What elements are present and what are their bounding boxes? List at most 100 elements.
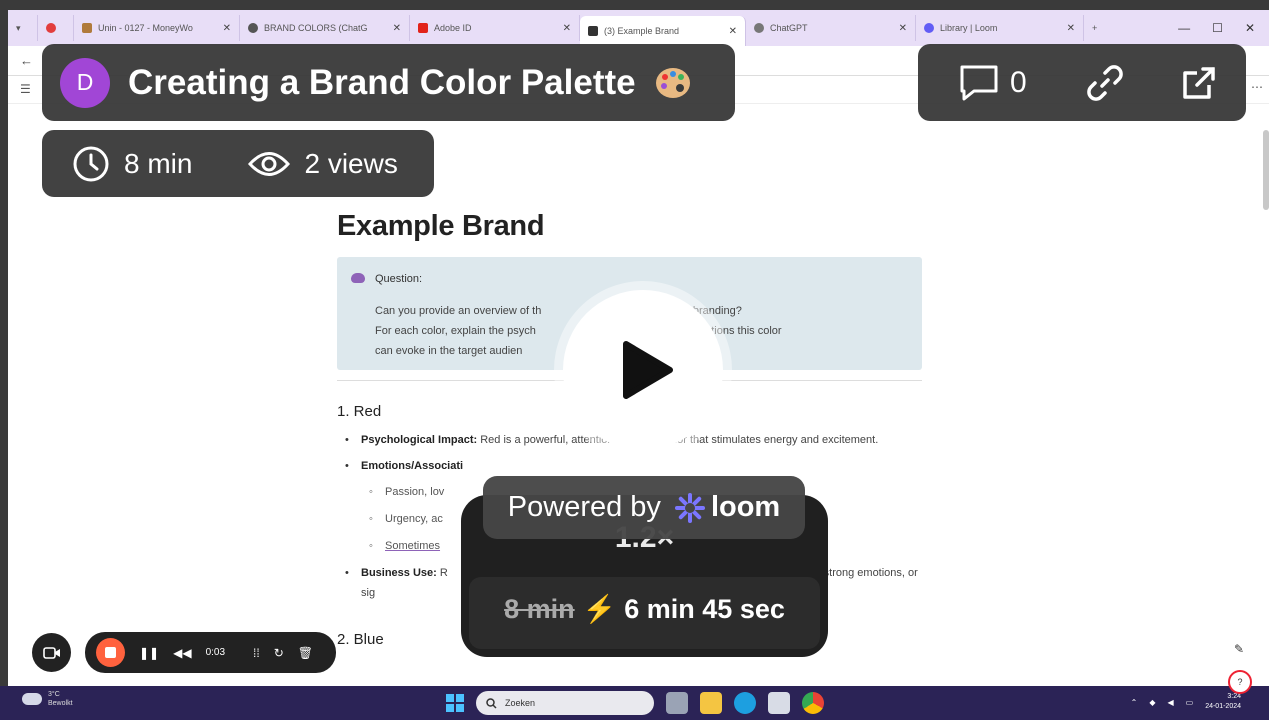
close-tab-icon[interactable]: ✕ [215, 23, 231, 34]
tab-favicon [588, 26, 598, 36]
tab-favicon [248, 23, 258, 33]
close-tab-icon[interactable]: ✕ [385, 23, 401, 34]
chrome-icon[interactable] [802, 692, 824, 714]
store-icon[interactable] [768, 692, 790, 714]
tab-label: ChatGPT [770, 23, 808, 33]
help-icon[interactable]: ? [1228, 670, 1252, 694]
video-duration: 8 min [124, 147, 193, 179]
powered-by-loom[interactable]: Powered by loom [483, 476, 805, 539]
comment-icon[interactable] [958, 63, 1000, 103]
tab-strip: ▾ Unin - 0127 - MoneyWo ✕ BRAND COLORS (C… [8, 10, 1269, 46]
original-duration: 8 min [504, 593, 575, 624]
tab-moneywo[interactable]: Unin - 0127 - MoneyWo ✕ [74, 15, 240, 41]
cloud-icon [22, 693, 42, 705]
wifi-icon[interactable]: ◆ [1149, 698, 1155, 707]
speed-savings: 8 min ⚡ 6 min 45 sec [461, 593, 828, 625]
tab-favicon [46, 23, 56, 33]
tab-example-brand[interactable]: (3) Example Brand ✕ [580, 16, 746, 46]
pause-icon[interactable]: ❚❚ [139, 646, 159, 660]
loom-logo: loom [674, 491, 781, 524]
maximize-button[interactable]: ☐ [1212, 21, 1223, 35]
file-explorer-icon[interactable] [700, 692, 722, 714]
powered-by-text: Powered by [507, 491, 661, 523]
tab-brand-colors[interactable]: BRAND COLORS (ChatG ✕ [240, 15, 410, 41]
windows-taskbar: 3°C Bewolkt Zoeken ⌃ ◆ ◀ ▭ 3:24 24-01-20… [0, 686, 1269, 720]
tab-adobe-id[interactable]: Adobe ID ✕ [410, 15, 580, 41]
search-placeholder: Zoeken [505, 698, 536, 708]
tab-pinned[interactable] [38, 15, 74, 41]
duration-group: 8 min [72, 145, 192, 183]
start-button[interactable] [446, 694, 464, 712]
tab-favicon [82, 23, 92, 33]
new-tab-button[interactable]: + [1084, 15, 1112, 41]
eye-icon [248, 151, 291, 176]
system-tray: ⌃ ◆ ◀ ▭ 3:24 24-01-2024 [1131, 692, 1241, 712]
weather-temp: 3°C [48, 691, 60, 698]
stop-recording-button[interactable] [96, 638, 125, 667]
more-options-icon[interactable]: ⋯ [1251, 80, 1263, 94]
battery-icon[interactable]: ▭ [1186, 698, 1194, 707]
plus-icon: + [1092, 23, 1098, 33]
video-meta-overlay: 8 min 2 views [42, 130, 434, 197]
close-window-button[interactable]: ✕ [1245, 21, 1255, 35]
taskbar-center: Zoeken [446, 691, 824, 715]
back-arrow-icon[interactable]: ← [20, 53, 33, 68]
tab-label: Library | Loom [940, 23, 998, 33]
palette-icon [655, 67, 690, 98]
tab-favicon [418, 23, 428, 33]
tab-chatgpt[interactable]: ChatGPT ✕ [746, 15, 916, 41]
taskbar-clock[interactable]: 3:24 24-01-2024 [1205, 692, 1241, 712]
scrollbar[interactable] [1263, 130, 1269, 210]
views-group: 2 views [248, 147, 398, 180]
video-title-overlay: D Creating a Brand Color Palette [42, 44, 735, 121]
stop-icon [105, 647, 116, 658]
clock-date: 24-01-2024 [1205, 703, 1241, 710]
page-title: Example Brand [337, 210, 545, 242]
lightning-icon: ⚡ [582, 594, 617, 624]
bullet-label: Psychological Impact: [361, 434, 478, 446]
drawing-tool-icon[interactable]: ✎ [1224, 634, 1254, 664]
video-title: Creating a Brand Color Palette [128, 62, 636, 102]
weather-widget[interactable]: 3°C Bewolkt [22, 690, 73, 708]
view-count: 2 views [304, 147, 398, 179]
clock-icon [73, 146, 109, 181]
trash-icon[interactable]: 🗑 [298, 646, 313, 660]
camera-toggle-button[interactable] [32, 633, 71, 672]
edge-icon[interactable] [734, 692, 756, 714]
grid-icon[interactable]: ⁞⁞ [253, 646, 260, 660]
video-actions-overlay: 0 [918, 44, 1246, 121]
bullet-label: Emotions/Associati [361, 460, 464, 472]
screen: ▾ Unin - 0127 - MoneyWo ✕ BRAND COLORS (C… [0, 0, 1269, 720]
tab-label: Unin - 0127 - MoneyWo [98, 23, 193, 33]
rewind-icon[interactable]: ◀◀ [173, 646, 191, 660]
minimize-button[interactable]: — [1178, 21, 1190, 35]
tab-favicon [924, 23, 934, 33]
restart-icon[interactable]: ↻ [274, 646, 284, 660]
sidebar-menu-icon[interactable]: ☰ [20, 82, 31, 96]
tab-label: BRAND COLORS (ChatG [264, 23, 368, 33]
loom-wordmark: loom [710, 491, 781, 523]
close-tab-icon[interactable]: ✕ [891, 23, 907, 34]
avatar: D [60, 57, 110, 108]
chevron-up-icon[interactable]: ⌃ [1131, 698, 1138, 707]
volume-icon[interactable]: ◀ [1167, 698, 1173, 707]
tab-menu[interactable]: ▾ [8, 15, 38, 41]
comment-count: 0 [1010, 65, 1027, 99]
close-tab-icon[interactable]: ✕ [1059, 23, 1075, 34]
close-tab-icon[interactable]: ✕ [721, 26, 737, 37]
play-icon [623, 341, 673, 399]
close-tab-icon[interactable]: ✕ [555, 23, 571, 34]
loom-logo-icon [674, 492, 705, 523]
external-link-icon[interactable] [1179, 63, 1219, 103]
callout-label: Question: [375, 273, 423, 285]
play-button[interactable] [554, 281, 732, 459]
tab-label: (3) Example Brand [604, 26, 680, 36]
task-view-icon[interactable] [666, 692, 688, 714]
tab-label: Adobe ID [434, 23, 472, 33]
play-button-inner [563, 290, 723, 450]
tab-loom-library[interactable]: Library | Loom ✕ [916, 15, 1084, 41]
window-controls: — ☐ ✕ [1178, 21, 1269, 35]
recording-controls: ❚❚ ◀◀ 0:03 ⁞⁞ ↻ 🗑 [85, 632, 336, 673]
link-icon[interactable] [1085, 63, 1125, 103]
taskbar-search[interactable]: Zoeken [476, 691, 654, 715]
